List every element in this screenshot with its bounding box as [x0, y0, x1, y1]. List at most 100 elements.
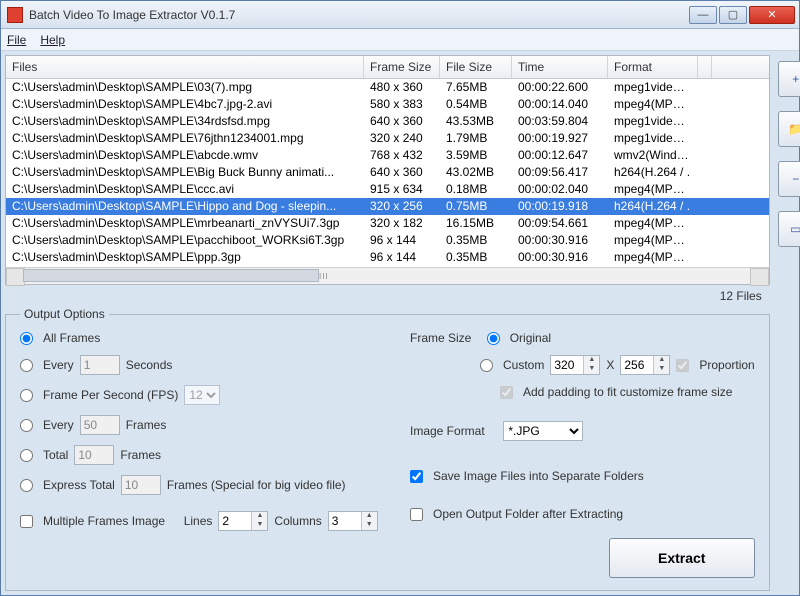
add-folder-button[interactable]: 📁 — [778, 111, 800, 147]
input-every-seconds[interactable] — [80, 355, 120, 375]
col-format[interactable]: Format — [608, 56, 698, 78]
checkbox-proportion[interactable] — [676, 359, 689, 372]
table-cell: C:\Users\admin\Desktop\SAMPLE\Big Buck B… — [6, 164, 364, 181]
label-save-separate: Save Image Files into Separate Folders — [433, 469, 644, 483]
checkbox-multi-frames[interactable] — [20, 515, 33, 528]
chevron-up-icon[interactable]: ▲ — [584, 356, 599, 365]
table-row[interactable]: C:\Users\admin\Desktop\SAMPLE\76jthn1234… — [6, 130, 769, 147]
input-total[interactable] — [74, 445, 114, 465]
close-button[interactable]: ✕ — [749, 6, 795, 24]
table-cell: mpeg4(MPEG- — [608, 232, 698, 249]
spinner-lines[interactable]: ▲▼ — [218, 511, 268, 531]
clear-icon: ▭ — [790, 222, 800, 236]
table-row[interactable]: C:\Users\admin\Desktop\SAMPLE\mrbeanarti… — [6, 215, 769, 232]
checkbox-open-output[interactable] — [410, 508, 423, 521]
label-seconds: Seconds — [126, 358, 173, 372]
checkbox-save-separate[interactable] — [410, 470, 423, 483]
radio-original[interactable] — [487, 332, 500, 345]
label-express-suffix: Frames (Special for big video file) — [167, 478, 346, 492]
table-row[interactable]: C:\Users\admin\Desktop\SAMPLE\34rdsfsd.m… — [6, 113, 769, 130]
select-fps[interactable]: 12 — [184, 385, 220, 405]
chevron-down-icon[interactable]: ▼ — [584, 365, 599, 374]
table-cell: 00:00:14.040 — [512, 96, 608, 113]
col-filesize[interactable]: File Size — [440, 56, 512, 78]
minimize-button[interactable]: — — [689, 6, 717, 24]
input-express-total[interactable] — [121, 475, 161, 495]
checkbox-padding[interactable] — [500, 386, 513, 399]
radio-fps[interactable] — [20, 389, 33, 402]
radio-all-frames[interactable] — [20, 332, 33, 345]
output-options-legend: Output Options — [20, 307, 109, 321]
radio-custom[interactable] — [480, 359, 493, 372]
table-body[interactable]: C:\Users\admin\Desktop\SAMPLE\03(7).mpg4… — [6, 79, 769, 267]
chevron-up-icon[interactable]: ▲ — [654, 356, 669, 365]
table-cell: mpeg4(MPEG- — [608, 96, 698, 113]
radio-every-seconds[interactable] — [20, 359, 33, 372]
label-image-format: Image Format — [410, 424, 485, 438]
label-padding: Add padding to fit customize frame size — [523, 385, 732, 399]
chevron-down-icon[interactable]: ▼ — [362, 521, 377, 530]
table-row[interactable]: C:\Users\admin\Desktop\SAMPLE\pacchiboot… — [6, 232, 769, 249]
col-framesize[interactable]: Frame Size — [364, 56, 440, 78]
add-file-button[interactable]: + — [778, 61, 800, 97]
horizontal-scrollbar[interactable]: III — [6, 267, 769, 284]
table-cell: mpeg4(MPEG- — [608, 181, 698, 198]
spinner-width[interactable]: ▲▼ — [550, 355, 600, 375]
table-cell: C:\Users\admin\Desktop\SAMPLE\abcde.wmv — [6, 147, 364, 164]
label-open-output: Open Output Folder after Extracting — [433, 507, 623, 521]
table-row[interactable]: C:\Users\admin\Desktop\SAMPLE\abcde.wmv7… — [6, 147, 769, 164]
radio-every-frames[interactable] — [20, 419, 33, 432]
chevron-down-icon[interactable]: ▼ — [252, 521, 267, 530]
table-cell: mpeg1video(M — [608, 130, 698, 147]
clear-button[interactable]: ▭ — [778, 211, 800, 247]
titlebar[interactable]: Batch Video To Image Extractor V0.1.7 — … — [1, 1, 799, 29]
label-every-2: Every — [43, 418, 74, 432]
chevron-up-icon[interactable]: ▲ — [252, 512, 267, 521]
table-row[interactable]: C:\Users\admin\Desktop\SAMPLE\ccc.avi915… — [6, 181, 769, 198]
label-custom: Custom — [503, 358, 544, 372]
table-row[interactable]: C:\Users\admin\Desktop\SAMPLE\Hippo and … — [6, 198, 769, 215]
maximize-button[interactable]: ▢ — [719, 6, 747, 24]
table-cell: 0.35MB — [440, 249, 512, 266]
table-cell: C:\Users\admin\Desktop\SAMPLE\4bc7.jpg-2… — [6, 96, 364, 113]
label-express-total: Express Total — [43, 478, 115, 492]
table-row[interactable]: C:\Users\admin\Desktop\SAMPLE\Big Buck B… — [6, 164, 769, 181]
chevron-down-icon[interactable]: ▼ — [654, 365, 669, 374]
extract-button[interactable]: Extract — [609, 538, 755, 578]
table-cell: 96 x 144 — [364, 249, 440, 266]
table-row[interactable]: C:\Users\admin\Desktop\SAMPLE\4bc7.jpg-2… — [6, 96, 769, 113]
chevron-up-icon[interactable]: ▲ — [362, 512, 377, 521]
label-original: Original — [510, 331, 551, 345]
table-cell: 1.79MB — [440, 130, 512, 147]
col-files[interactable]: Files — [6, 56, 364, 78]
table-row[interactable]: C:\Users\admin\Desktop\SAMPLE\ppp.3gp96 … — [6, 249, 769, 266]
label-total: Total — [43, 448, 68, 462]
label-all-frames: All Frames — [43, 331, 100, 345]
select-image-format[interactable]: *.JPG — [503, 421, 583, 441]
menu-file[interactable]: File — [7, 33, 26, 47]
table-cell: 00:09:54.661 — [512, 215, 608, 232]
table-cell: 7.65MB — [440, 79, 512, 96]
radio-total[interactable] — [20, 449, 33, 462]
col-time[interactable]: Time — [512, 56, 608, 78]
table-cell: C:\Users\admin\Desktop\SAMPLE\ppp.3gp — [6, 249, 364, 266]
table-cell: 320 x 240 — [364, 130, 440, 147]
files-count: 12 Files — [5, 285, 770, 303]
spinner-height[interactable]: ▲▼ — [620, 355, 670, 375]
table-cell: 00:09:56.417 — [512, 164, 608, 181]
table-row[interactable]: C:\Users\admin\Desktop\SAMPLE\03(7).mpg4… — [6, 79, 769, 96]
remove-button[interactable]: − — [778, 161, 800, 197]
radio-express-total[interactable] — [20, 479, 33, 492]
table-cell: mpeg4(MPEG- — [608, 249, 698, 266]
input-every-frames[interactable] — [80, 415, 120, 435]
menu-help[interactable]: Help — [40, 33, 65, 47]
table-cell: C:\Users\admin\Desktop\SAMPLE\pacchiboot… — [6, 232, 364, 249]
table-cell: C:\Users\admin\Desktop\SAMPLE\76jthn1234… — [6, 130, 364, 147]
app-icon — [7, 7, 23, 23]
table-cell: 00:03:59.804 — [512, 113, 608, 130]
label-x: X — [606, 358, 614, 372]
file-table: Files Frame Size File Size Time Format C… — [5, 55, 770, 285]
scrollbar-thumb[interactable] — [23, 269, 319, 282]
table-cell: 480 x 360 — [364, 79, 440, 96]
spinner-columns[interactable]: ▲▼ — [328, 511, 378, 531]
